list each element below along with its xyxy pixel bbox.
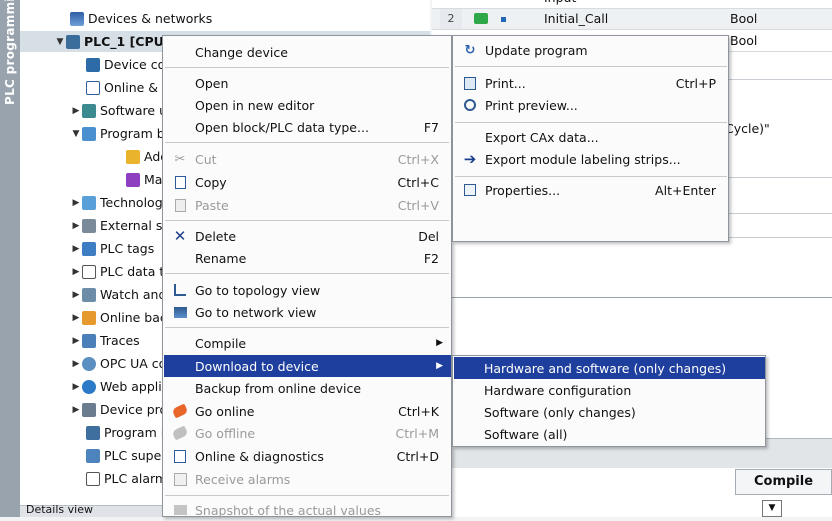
- expand-arrow-icon[interactable]: ▶: [70, 106, 82, 116]
- update-program-icon: ↻: [464, 42, 476, 58]
- context-menu-column-2: ↻ Update program Print... Ctrl+P Print pr…: [452, 35, 729, 242]
- delete-x-icon: ✕: [173, 227, 187, 245]
- menu-item-rename[interactable]: Rename F2: [164, 247, 451, 269]
- expand-arrow-icon[interactable]: ▶: [70, 336, 82, 346]
- properties-icon: [462, 182, 478, 198]
- print-icon: [462, 75, 478, 91]
- expand-arrow-icon[interactable]: ▶: [70, 405, 82, 415]
- diagnostics-icon: [172, 448, 188, 464]
- menu-item-go-offline[interactable]: Go offline Ctrl+M: [164, 422, 451, 444]
- menu-item-cut[interactable]: ✂ Cut Ctrl+X: [164, 148, 451, 170]
- submenu-arrow-icon: ▶: [436, 338, 443, 348]
- submenu-arrow-icon: ▶: [436, 361, 443, 371]
- menu-item-open-new-editor[interactable]: Open in new editor: [164, 94, 451, 116]
- table-row[interactable]: 2 Initial_Call Bool: [432, 9, 832, 30]
- expand-arrow-icon[interactable]: ▶: [70, 221, 82, 231]
- alarm-text-icon: [86, 471, 100, 486]
- vertical-tab-label: PLC programming: [3, 0, 17, 105]
- collapse-arrow-icon[interactable]: ▼: [70, 129, 82, 139]
- network-icon: [172, 304, 188, 320]
- tree-row-devices-networks[interactable]: Devices & networks: [20, 8, 430, 29]
- bullet-icon: [501, 17, 506, 22]
- data-type-icon: [82, 264, 96, 279]
- supervision-icon: [86, 448, 100, 463]
- menu-item-open-block[interactable]: Open block/PLC data type... F7: [164, 116, 451, 138]
- submenu-item-software-changes[interactable]: Software (only changes): [454, 401, 765, 423]
- menu-item-paste[interactable]: Paste Ctrl+V: [164, 194, 451, 216]
- download-submenu: Hardware and software (only changes) Har…: [452, 355, 766, 447]
- ob-block-icon: [126, 172, 140, 187]
- expand-arrow-icon[interactable]: ▶: [70, 244, 82, 254]
- scissors-icon: ✂: [174, 151, 186, 167]
- menu-item-online-diagnostics[interactable]: Online & diagnostics Ctrl+D: [164, 445, 451, 467]
- device-config-icon: [86, 57, 100, 72]
- device-proxy-icon: [82, 402, 96, 417]
- add-block-icon: [126, 149, 140, 164]
- menu-item-print-preview[interactable]: Print preview...: [454, 94, 728, 116]
- trace-icon: [82, 333, 96, 348]
- plc-icon: [66, 34, 80, 49]
- diagnostics-icon: [86, 80, 100, 95]
- folder-icon: [82, 126, 96, 141]
- folder-icon: [82, 103, 96, 118]
- menu-item-print[interactable]: Print... Ctrl+P: [454, 72, 728, 94]
- menu-item-backup[interactable]: Backup from online device: [164, 377, 451, 399]
- plc-tags-icon: [82, 241, 96, 256]
- menu-item-compile[interactable]: Compile ▶: [164, 332, 451, 354]
- expand-arrow-icon[interactable]: ▶: [70, 382, 82, 392]
- submenu-item-hw-sw-changes[interactable]: Hardware and software (only changes): [454, 357, 765, 379]
- menu-item-change-device[interactable]: Change device: [164, 41, 451, 63]
- watch-table-icon: [82, 287, 96, 302]
- menu-item-open[interactable]: Open: [164, 72, 451, 94]
- menu-item-go-online[interactable]: Go online Ctrl+K: [164, 400, 451, 422]
- paste-icon: [172, 197, 188, 213]
- expand-arrow-icon[interactable]: ▶: [70, 290, 82, 300]
- menu-item-network-view[interactable]: Go to network view: [164, 301, 451, 323]
- submenu-item-software-all[interactable]: Software (all): [454, 423, 765, 445]
- menu-item-export-cax[interactable]: Export CAx data...: [454, 126, 728, 148]
- snapshot-icon: [172, 502, 188, 518]
- program-info-icon: [86, 425, 100, 440]
- dropdown-arrow-icon[interactable]: ▼: [762, 500, 782, 517]
- expand-arrow-icon[interactable]: ▼: [54, 37, 66, 47]
- expand-arrow-icon[interactable]: ▶: [70, 198, 82, 208]
- network-icon: [70, 11, 84, 26]
- input-param-icon: [474, 13, 488, 24]
- comment-text: Cycle)": [725, 121, 770, 136]
- expand-arrow-icon[interactable]: ▶: [70, 359, 82, 369]
- technology-icon: [82, 195, 96, 210]
- print-preview-icon: [462, 97, 478, 113]
- expand-arrow-icon[interactable]: ▶: [70, 313, 82, 323]
- table-row[interactable]: Input: [432, 0, 832, 9]
- topology-icon: [172, 282, 188, 298]
- web-app-icon: [82, 379, 96, 394]
- details-view-label: Details view: [26, 503, 93, 516]
- menu-item-snapshot[interactable]: Snapshot of the actual values: [164, 499, 451, 521]
- go-online-icon: [171, 403, 189, 419]
- menu-item-export-labeling-strips[interactable]: ➔ Export module labeling strips...: [454, 148, 728, 170]
- copy-icon: [172, 174, 188, 190]
- submenu-item-hardware-configuration[interactable]: Hardware configuration: [454, 379, 765, 401]
- go-offline-icon: [171, 425, 189, 441]
- checkbox-icon: [172, 471, 188, 487]
- menu-item-copy[interactable]: Copy Ctrl+C: [164, 171, 451, 193]
- menu-item-update-program[interactable]: ↻ Update program: [454, 39, 728, 61]
- tab-compile[interactable]: Compile: [735, 469, 832, 495]
- menu-item-download-to-device[interactable]: Download to device ▶: [164, 355, 451, 377]
- context-menu: Change device Open Open in new editor Op…: [162, 35, 452, 518]
- menu-item-delete[interactable]: ✕ Delete Del: [164, 225, 451, 247]
- external-source-icon: [82, 218, 96, 233]
- vertical-tab-plc-programming[interactable]: PLC programming: [0, 0, 20, 517]
- tree-row-partial: [20, 0, 430, 6]
- expand-arrow-icon[interactable]: ▶: [70, 267, 82, 277]
- online-backup-icon: [82, 310, 96, 325]
- menu-item-properties[interactable]: Properties... Alt+Enter: [454, 179, 728, 201]
- export-arrow-icon: ➔: [463, 150, 477, 168]
- menu-item-receive-alarms[interactable]: Receive alarms: [164, 468, 451, 490]
- opc-ua-icon: [82, 356, 96, 371]
- menu-item-topology-view[interactable]: Go to topology view: [164, 279, 451, 301]
